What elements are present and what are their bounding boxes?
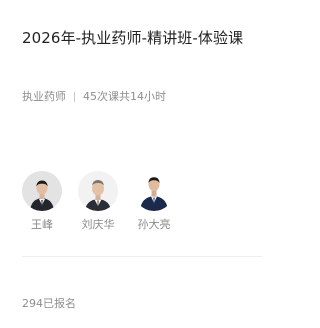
teacher-name: 孙大亮 bbox=[137, 218, 171, 231]
teacher-avatar bbox=[134, 171, 174, 211]
course-lesson-info: 45次课共14小时 bbox=[83, 90, 166, 103]
course-meta: 执业药师 45次课共14小时 bbox=[22, 89, 166, 105]
teacher-list: 王峰 刘庆华 孙大亮 bbox=[20, 171, 188, 232]
teacher-name: 刘庆华 bbox=[81, 218, 115, 231]
teacher-item[interactable]: 孙大亮 bbox=[132, 171, 176, 232]
teacher-item[interactable]: 刘庆华 bbox=[76, 171, 120, 232]
teacher-portrait-icon bbox=[22, 171, 62, 211]
course-title[interactable]: 2026年-执业药师-精讲班-体验课 bbox=[22, 28, 272, 48]
card-divider bbox=[22, 256, 262, 257]
teacher-item[interactable]: 王峰 bbox=[20, 171, 64, 232]
teacher-name: 王峰 bbox=[31, 218, 53, 231]
teacher-avatar bbox=[22, 171, 62, 211]
course-category: 执业药师 bbox=[22, 90, 66, 103]
teacher-avatar bbox=[78, 171, 118, 211]
teacher-portrait-icon bbox=[78, 171, 118, 211]
enrollment-count: 294已报名 bbox=[22, 297, 76, 310]
teacher-portrait-icon bbox=[134, 171, 174, 211]
course-card[interactable]: 2026年-执业药师-精讲班-体验课 执业药师 45次课共14小时 王峰 刘庆华… bbox=[0, 0, 282, 328]
meta-separator bbox=[74, 92, 75, 102]
